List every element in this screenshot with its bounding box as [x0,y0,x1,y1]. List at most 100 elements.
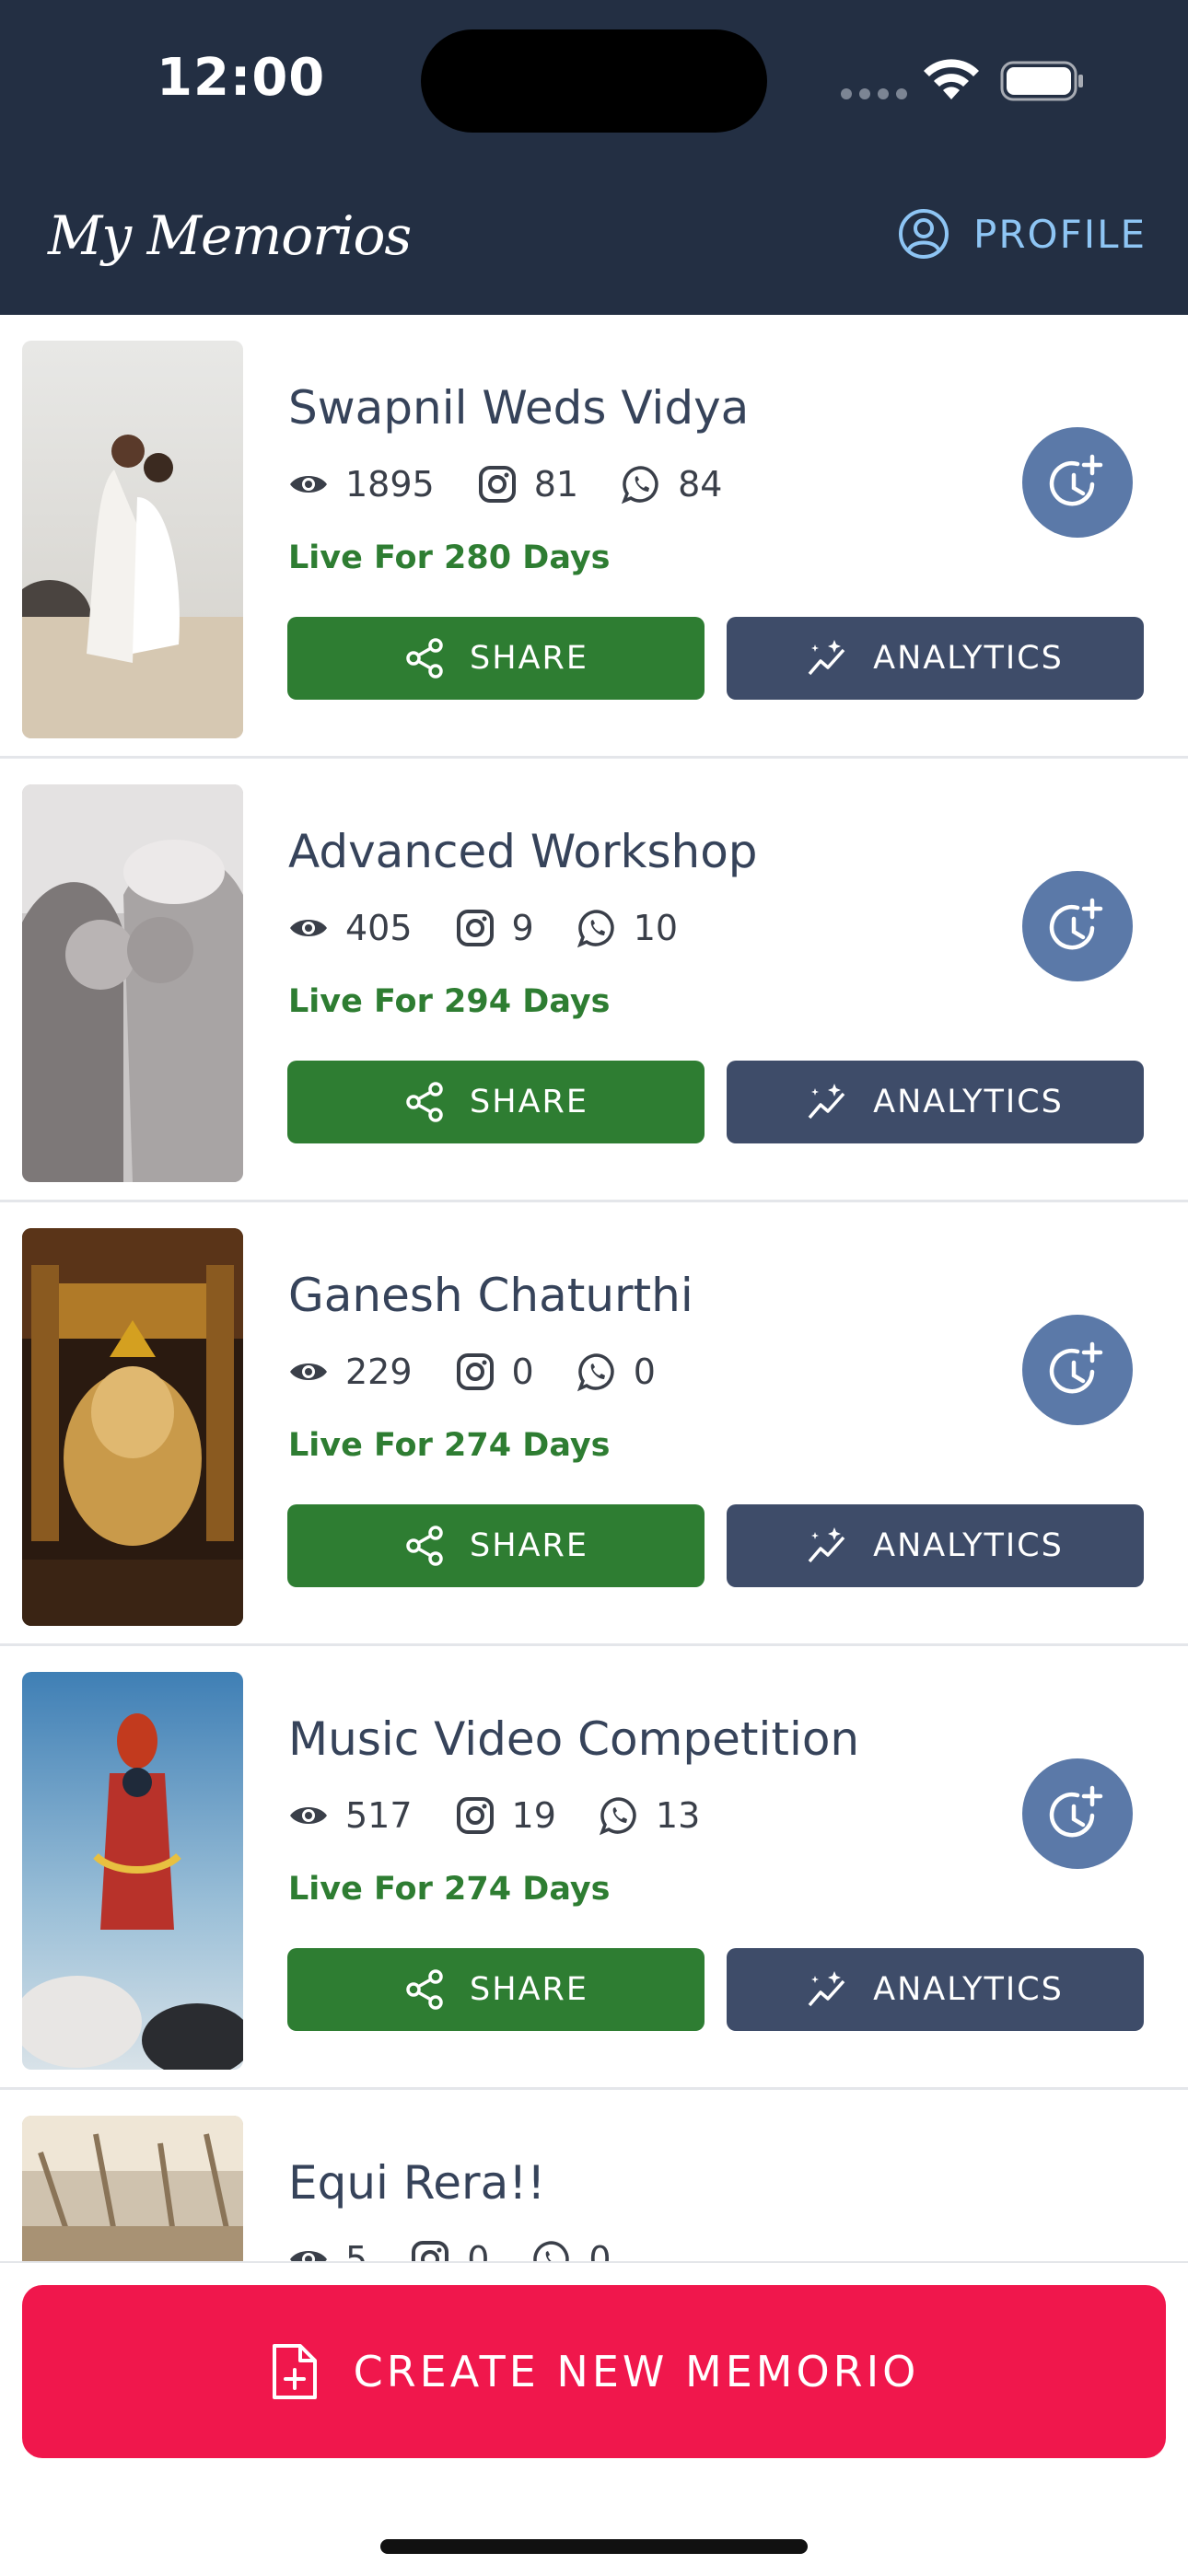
extend-validity-button[interactable] [1022,871,1133,981]
create-memorio-label: CREATE NEW MEMORIO [353,2347,920,2396]
analytics-label: ANALYTICS [873,1084,1064,1120]
views-stat: 517 [288,1795,413,1836]
whatsapp-stat: 0 [577,1352,656,1392]
share-icon [406,638,443,679]
analytics-icon [808,1971,845,2007]
share-label: SHARE [470,640,588,677]
whatsapp-stat: 84 [621,464,722,505]
dynamic-island [421,29,767,133]
memorio-stats: 517 19 13 [288,1795,742,1836]
share-button[interactable]: SHARE [287,1504,705,1587]
instagram-icon [456,910,494,946]
views-stat: 229 [288,1352,413,1392]
instagram-count: 19 [511,1795,556,1836]
live-duration: Live For 274 Days [288,1427,611,1464]
extend-validity-button[interactable] [1022,1315,1133,1425]
memorio-list[interactable]: Swapnil Weds Vidya 1895 81 84 Live For 2… [0,315,1188,2261]
extend-validity-button[interactable] [1022,427,1133,538]
whatsapp-stat: 10 [577,908,678,948]
live-duration: Live For 294 Days [288,983,611,1020]
live-duration: Live For 274 Days [288,1871,611,1908]
battery-icon [1000,61,1083,101]
analytics-icon [808,640,845,676]
instagram-stat: 19 [455,1795,556,1836]
home-indicator[interactable] [380,2539,808,2554]
analytics-button[interactable]: ANALYTICS [727,1061,1144,1143]
memorio-thumbnail[interactable] [22,784,243,1182]
analytics-button[interactable]: ANALYTICS [727,1504,1144,1587]
file-plus-icon [272,2344,317,2399]
memorio-title[interactable]: Advanced Workshop [288,825,758,878]
views-stat: 1895 [288,464,435,505]
memorio-stats: 5 0 0 [288,2239,654,2261]
whatsapp-stat: 13 [599,1795,700,1836]
memorio-stats: 229 0 0 [288,1352,698,1392]
memorio-title[interactable]: Music Video Competition [288,1712,859,1766]
share-button[interactable]: SHARE [287,617,705,700]
memorio-thumbnail[interactable] [22,1228,243,1626]
analytics-button[interactable]: ANALYTICS [727,617,1144,700]
whatsapp-count: 10 [633,908,679,948]
whatsapp-icon [622,466,658,505]
profile-button[interactable]: PROFILE [898,208,1147,260]
share-icon [406,1526,443,1566]
memorio-title[interactable]: Swapnil Weds Vidya [288,381,749,435]
views-count: 405 [345,908,413,948]
share-label: SHARE [470,1971,588,2008]
views-count: 229 [345,1352,413,1392]
whatsapp-icon [577,1353,614,1392]
memorio-stats: 405 9 10 [288,908,720,948]
status-time: 12:00 [157,48,326,108]
create-memorio-button[interactable]: CREATE NEW MEMORIO [22,2285,1166,2458]
views-stat: 5 [288,2239,367,2261]
share-icon [406,1082,443,1122]
analytics-label: ANALYTICS [873,1971,1064,2008]
eye-icon [290,920,327,936]
whatsapp-count: 84 [678,464,723,505]
instagram-stat: 0 [455,1352,534,1392]
clock-plus-icon [1049,898,1103,950]
share-label: SHARE [470,1084,588,1120]
share-button[interactable]: SHARE [287,1061,705,1143]
analytics-icon [808,1084,845,1120]
whatsapp-icon [577,910,614,948]
memorio-title[interactable]: Ganesh Chaturthi [288,1269,693,1322]
eye-icon [290,2251,327,2261]
instagram-icon [456,1797,494,1834]
analytics-button[interactable]: ANALYTICS [727,1948,1144,2031]
whatsapp-count: 0 [588,2239,611,2261]
views-count: 1895 [345,464,435,505]
memorio-thumbnail[interactable] [22,2116,243,2261]
share-icon [406,1969,443,2010]
views-count: 517 [345,1795,413,1836]
instagram-count: 81 [533,464,579,505]
whatsapp-count: 0 [633,1352,656,1392]
wifi-icon [924,59,979,99]
memorio-thumbnail[interactable] [22,1672,243,2070]
extend-validity-button[interactable] [1022,1758,1133,1869]
app-title: My Memorios [48,204,412,267]
clock-plus-icon [1049,1785,1103,1838]
instagram-count: 0 [511,1352,534,1392]
views-count: 5 [345,2239,368,2261]
share-label: SHARE [470,1527,588,1564]
analytics-icon [808,1527,845,1563]
share-button[interactable]: SHARE [287,1948,705,2031]
instagram-icon [478,466,516,503]
instagram-count: 9 [511,908,534,948]
instagram-stat: 81 [477,464,578,505]
analytics-label: ANALYTICS [873,1527,1064,1564]
memorio-card: Ganesh Chaturthi 229 0 0 Live For 274 Da… [0,1202,1188,1646]
memorio-card: Equi Rera!! 5 0 0 [0,2090,1188,2261]
memorio-thumbnail[interactable] [22,341,243,738]
whatsapp-icon [533,2241,570,2261]
memorio-title[interactable]: Equi Rera!! [288,2156,545,2210]
memorio-card: Music Video Competition 517 19 13 Live F… [0,1646,1188,2090]
instagram-count: 0 [467,2239,490,2261]
whatsapp-icon [599,1797,636,1836]
cellular-icon [841,88,907,99]
whatsapp-count: 13 [655,1795,701,1836]
instagram-stat: 0 [410,2239,489,2261]
analytics-label: ANALYTICS [873,640,1064,677]
clock-plus-icon [1049,1341,1103,1394]
